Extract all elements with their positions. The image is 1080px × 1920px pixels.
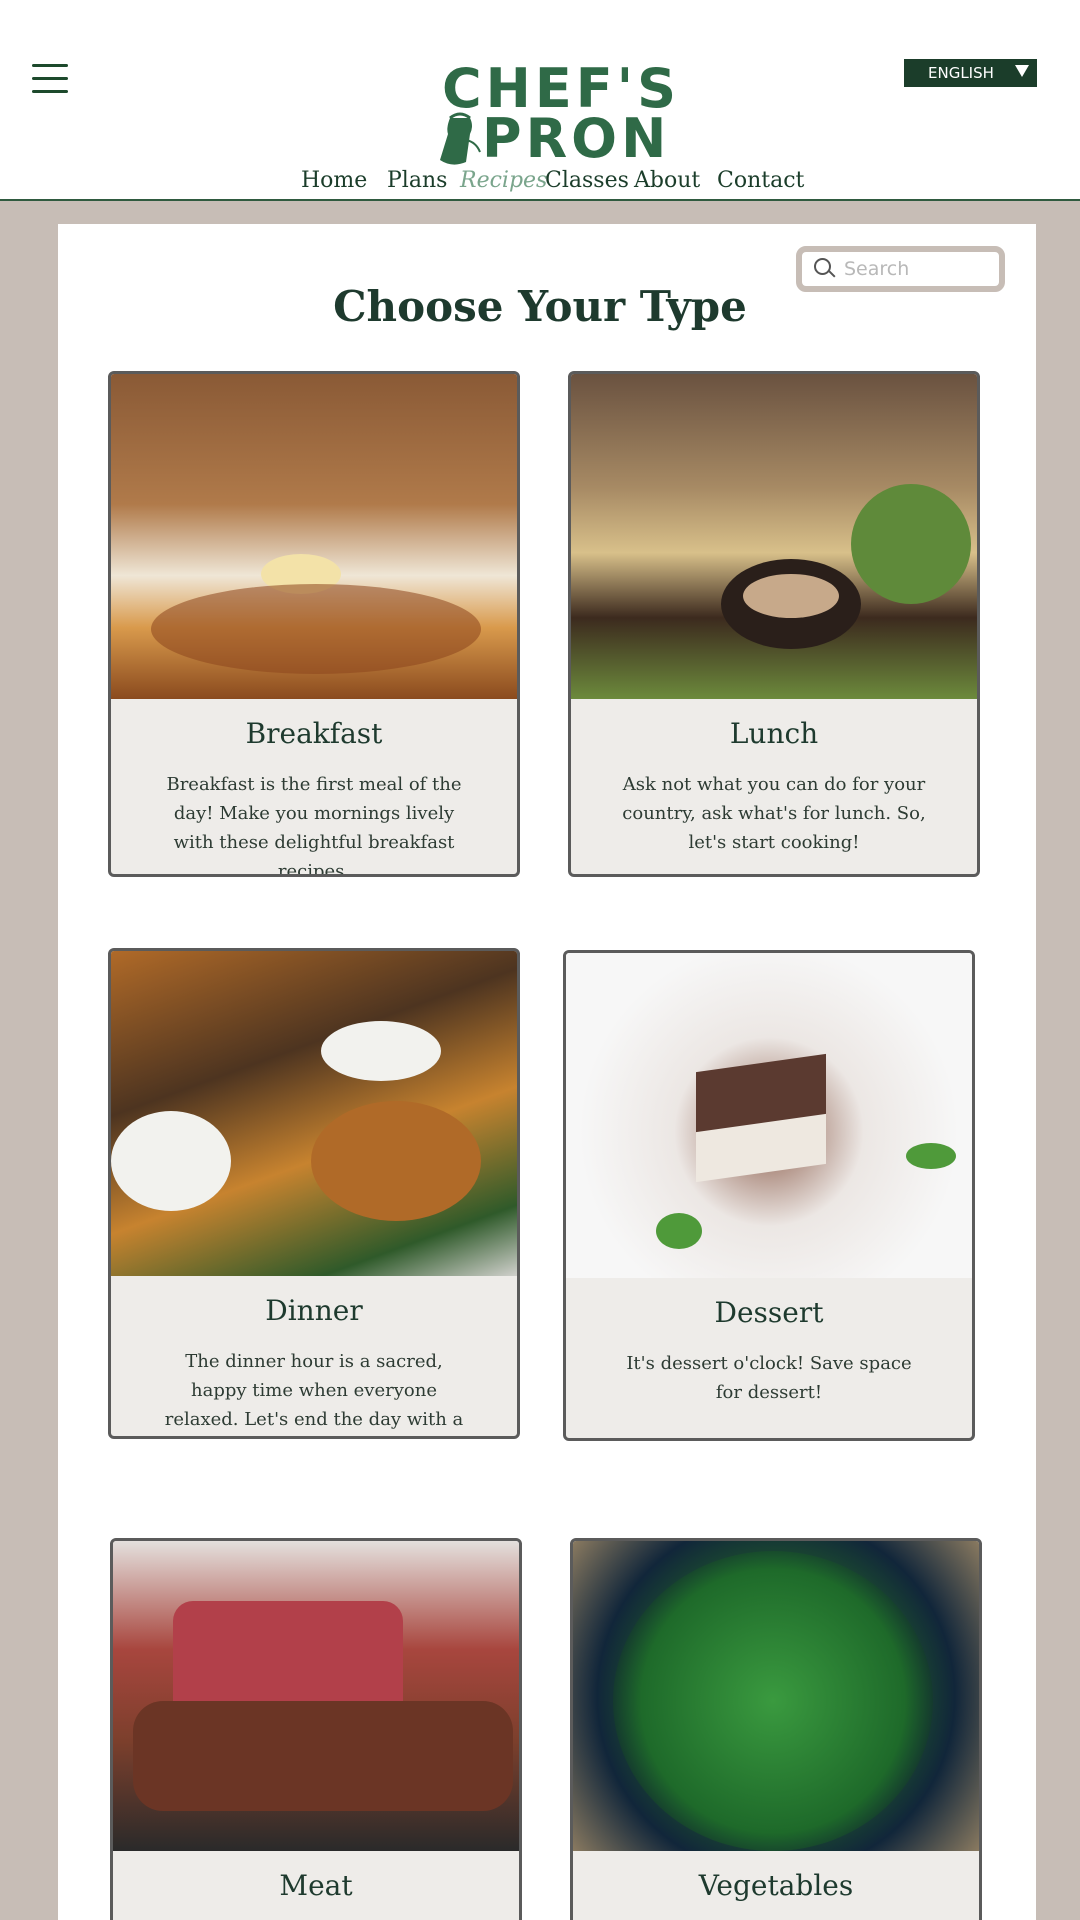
language-label: ENGLISH [928,64,994,82]
nav-about[interactable]: About [634,168,700,193]
card-title: Vegetables [698,1869,854,1902]
breakfast-image [111,374,517,699]
lunch-image [571,374,977,699]
card-vegetables[interactable]: Vegetables [570,1538,982,1920]
language-select[interactable]: ENGLISH [904,59,1037,87]
chefs-apron-logo[interactable]: CHEF'S PRON [436,58,676,168]
nav-home[interactable]: Home [301,168,367,193]
page-title: Choose Your Type [333,282,747,331]
dropdown-arrow-icon [1015,65,1029,77]
card-description: Breakfast is the first meal of the day! … [166,774,462,877]
nav-classes[interactable]: Classes [545,168,629,193]
card-lunch[interactable]: Lunch Ask not what you can do for your c… [568,371,980,877]
main-nav: Home Plans Recipes Classes About Contact [0,168,1080,198]
hamburger-menu-icon[interactable] [32,64,68,94]
card-breakfast[interactable]: Breakfast Breakfast is the first meal of… [108,371,520,877]
search-input[interactable] [844,258,984,280]
card-meat[interactable]: Meat [110,1538,522,1920]
dinner-image [111,951,517,1276]
card-title: Breakfast [245,717,383,750]
card-dinner[interactable]: Dinner The dinner hour is a sacred, happ… [108,948,520,1439]
card-description: It's dessert o'clock! Save space for des… [626,1353,912,1403]
meat-image [113,1541,519,1851]
logo-text-line2: PRON [482,107,671,170]
site-header: CHEF'S PRON ENGLISH Home Plans Recipes C… [0,0,1080,201]
card-title: Dessert [714,1296,824,1329]
card-title: Lunch [729,717,819,750]
search-icon[interactable] [814,258,836,280]
apron-icon [440,112,481,165]
nav-recipes[interactable]: Recipes [460,168,547,193]
card-title: Meat [279,1869,353,1902]
card-description: The dinner hour is a sacred, happy time … [164,1351,464,1430]
nav-contact[interactable]: Contact [717,168,804,193]
card-description: Ask not what you can do for your country… [622,774,926,853]
card-title: Dinner [265,1294,363,1327]
vegetables-image [573,1541,979,1851]
dessert-image [566,953,972,1278]
nav-plans[interactable]: Plans [387,168,447,193]
card-dessert[interactable]: Dessert It's dessert o'clock! Save space… [563,950,975,1441]
